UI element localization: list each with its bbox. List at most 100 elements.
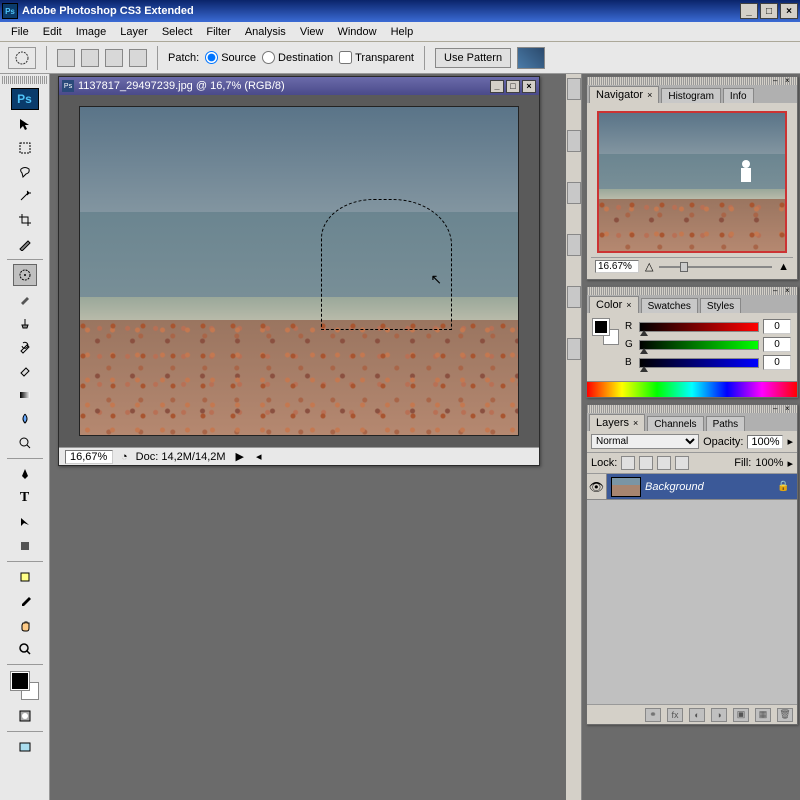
fg-color-swatch[interactable] bbox=[593, 319, 609, 335]
b-value[interactable]: 0 bbox=[763, 355, 791, 370]
menu-file[interactable]: File bbox=[4, 24, 36, 40]
close-button[interactable]: × bbox=[780, 3, 798, 19]
delete-layer-icon[interactable]: 🗑 bbox=[777, 708, 793, 722]
status-menu-arrow-icon[interactable]: ▶ bbox=[234, 450, 246, 463]
minimize-button[interactable]: _ bbox=[740, 3, 758, 19]
color-spectrum[interactable] bbox=[587, 381, 797, 397]
tab-close-icon[interactable]: × bbox=[647, 90, 652, 100]
opacity-field[interactable]: 100% bbox=[747, 435, 783, 449]
g-value[interactable]: 0 bbox=[763, 337, 791, 352]
healing-brush-tool[interactable] bbox=[13, 264, 37, 286]
dock-layer-comps-icon[interactable] bbox=[567, 338, 581, 360]
use-pattern-button[interactable]: Use Pattern bbox=[435, 48, 511, 68]
tab-navigator[interactable]: Navigator× bbox=[589, 86, 659, 103]
screen-mode-tool[interactable] bbox=[13, 736, 37, 758]
lasso-tool[interactable] bbox=[13, 161, 37, 183]
navigator-zoom-field[interactable]: 16.67% bbox=[595, 260, 639, 273]
document-window[interactable]: Ps 1137817_29497239.jpg @ 16,7% (RGB/8) … bbox=[58, 76, 540, 466]
dock-expand-icon[interactable] bbox=[567, 78, 581, 100]
marquee-selection[interactable] bbox=[321, 199, 452, 330]
tab-histogram[interactable]: Histogram bbox=[661, 88, 721, 103]
menu-analysis[interactable]: Analysis bbox=[238, 24, 293, 40]
tab-styles[interactable]: Styles bbox=[700, 298, 741, 313]
destination-radio[interactable]: Destination bbox=[262, 51, 333, 64]
tab-color[interactable]: Color× bbox=[589, 296, 639, 313]
maximize-button[interactable]: □ bbox=[760, 3, 778, 19]
tab-channels[interactable]: Channels bbox=[647, 416, 703, 431]
type-tool[interactable]: T bbox=[13, 487, 37, 509]
document-titlebar[interactable]: Ps 1137817_29497239.jpg @ 16,7% (RGB/8) … bbox=[59, 77, 539, 95]
path-selection-tool[interactable] bbox=[13, 511, 37, 533]
layer-name[interactable]: Background bbox=[645, 481, 777, 493]
fill-field[interactable]: 100% bbox=[755, 457, 783, 469]
visibility-eye-icon[interactable]: 👁 bbox=[587, 474, 607, 499]
panel-minimize-icon[interactable]: – bbox=[773, 286, 783, 294]
pen-tool[interactable] bbox=[13, 463, 37, 485]
zoom-field[interactable]: 16,67% bbox=[65, 450, 113, 464]
color-grip[interactable]: –× bbox=[587, 287, 797, 295]
doc-maximize-button[interactable]: □ bbox=[506, 80, 520, 93]
source-radio[interactable]: Source bbox=[205, 51, 256, 64]
opacity-arrow-icon[interactable]: ▸ bbox=[787, 435, 793, 448]
doc-close-button[interactable]: × bbox=[522, 80, 536, 93]
zoom-out-icon[interactable]: △ bbox=[645, 260, 653, 273]
fill-arrow-icon[interactable]: ▸ bbox=[787, 457, 793, 470]
menu-edit[interactable]: Edit bbox=[36, 24, 69, 40]
dodge-tool[interactable] bbox=[13, 432, 37, 454]
shape-tool[interactable] bbox=[13, 535, 37, 557]
canvas[interactable]: ↖ bbox=[79, 106, 519, 436]
dock-tool-presets-icon[interactable] bbox=[567, 182, 581, 204]
b-slider[interactable] bbox=[639, 358, 759, 368]
blend-mode-select[interactable]: Normal bbox=[591, 434, 699, 449]
lock-pixels-icon[interactable] bbox=[639, 456, 653, 470]
r-value[interactable]: 0 bbox=[763, 319, 791, 334]
doc-minimize-button[interactable]: _ bbox=[490, 80, 504, 93]
menu-window[interactable]: Window bbox=[330, 24, 383, 40]
menu-layer[interactable]: Layer bbox=[113, 24, 155, 40]
blur-tool[interactable] bbox=[13, 408, 37, 430]
navigator-thumbnail[interactable] bbox=[597, 111, 787, 253]
layer-style-icon[interactable]: fx bbox=[667, 708, 683, 722]
clone-stamp-tool[interactable] bbox=[13, 312, 37, 334]
panel-close-icon[interactable]: × bbox=[785, 76, 795, 84]
tab-info[interactable]: Info bbox=[723, 88, 754, 103]
menu-filter[interactable]: Filter bbox=[199, 24, 237, 40]
toolbox-grip[interactable] bbox=[2, 76, 47, 84]
quick-mask-tool[interactable] bbox=[13, 705, 37, 727]
add-selection-icon[interactable] bbox=[81, 49, 99, 67]
dock-character-icon[interactable] bbox=[567, 286, 581, 308]
link-layers-icon[interactable]: ⚭ bbox=[645, 708, 661, 722]
g-slider[interactable] bbox=[639, 340, 759, 350]
new-selection-icon[interactable] bbox=[57, 49, 75, 67]
magic-wand-tool[interactable] bbox=[13, 185, 37, 207]
active-tool-icon[interactable] bbox=[8, 47, 36, 69]
layer-thumbnail[interactable] bbox=[611, 477, 641, 497]
menu-help[interactable]: Help bbox=[384, 24, 421, 40]
lock-all-icon[interactable] bbox=[675, 456, 689, 470]
layer-row-background[interactable]: 👁 Background 🔒 bbox=[587, 474, 797, 500]
history-brush-tool[interactable] bbox=[13, 336, 37, 358]
layer-mask-icon[interactable]: ◐ bbox=[689, 708, 705, 722]
marquee-tool[interactable] bbox=[13, 137, 37, 159]
move-tool[interactable] bbox=[13, 113, 37, 135]
navigator-grip[interactable]: –× bbox=[587, 77, 797, 85]
panel-close-icon[interactable]: × bbox=[785, 404, 795, 412]
history-icon[interactable]: ◔ bbox=[121, 451, 128, 463]
panel-close-icon[interactable]: × bbox=[785, 286, 795, 294]
notes-tool[interactable] bbox=[13, 566, 37, 588]
zoom-tool[interactable] bbox=[13, 638, 37, 660]
subtract-selection-icon[interactable] bbox=[105, 49, 123, 67]
tab-layers[interactable]: Layers× bbox=[589, 414, 645, 431]
menu-view[interactable]: View bbox=[293, 24, 331, 40]
dock-arrange-icon[interactable] bbox=[567, 130, 581, 152]
foreground-color-swatch[interactable] bbox=[11, 672, 29, 690]
panel-minimize-icon[interactable]: – bbox=[773, 76, 783, 84]
crop-tool[interactable] bbox=[13, 209, 37, 231]
group-icon[interactable]: ▣ bbox=[733, 708, 749, 722]
layers-grip[interactable]: –× bbox=[587, 405, 797, 413]
r-slider[interactable] bbox=[639, 322, 759, 332]
menu-image[interactable]: Image bbox=[69, 24, 114, 40]
intersect-selection-icon[interactable] bbox=[129, 49, 147, 67]
color-panel-swatches[interactable] bbox=[593, 319, 619, 345]
eyedropper-tool[interactable] bbox=[13, 590, 37, 612]
